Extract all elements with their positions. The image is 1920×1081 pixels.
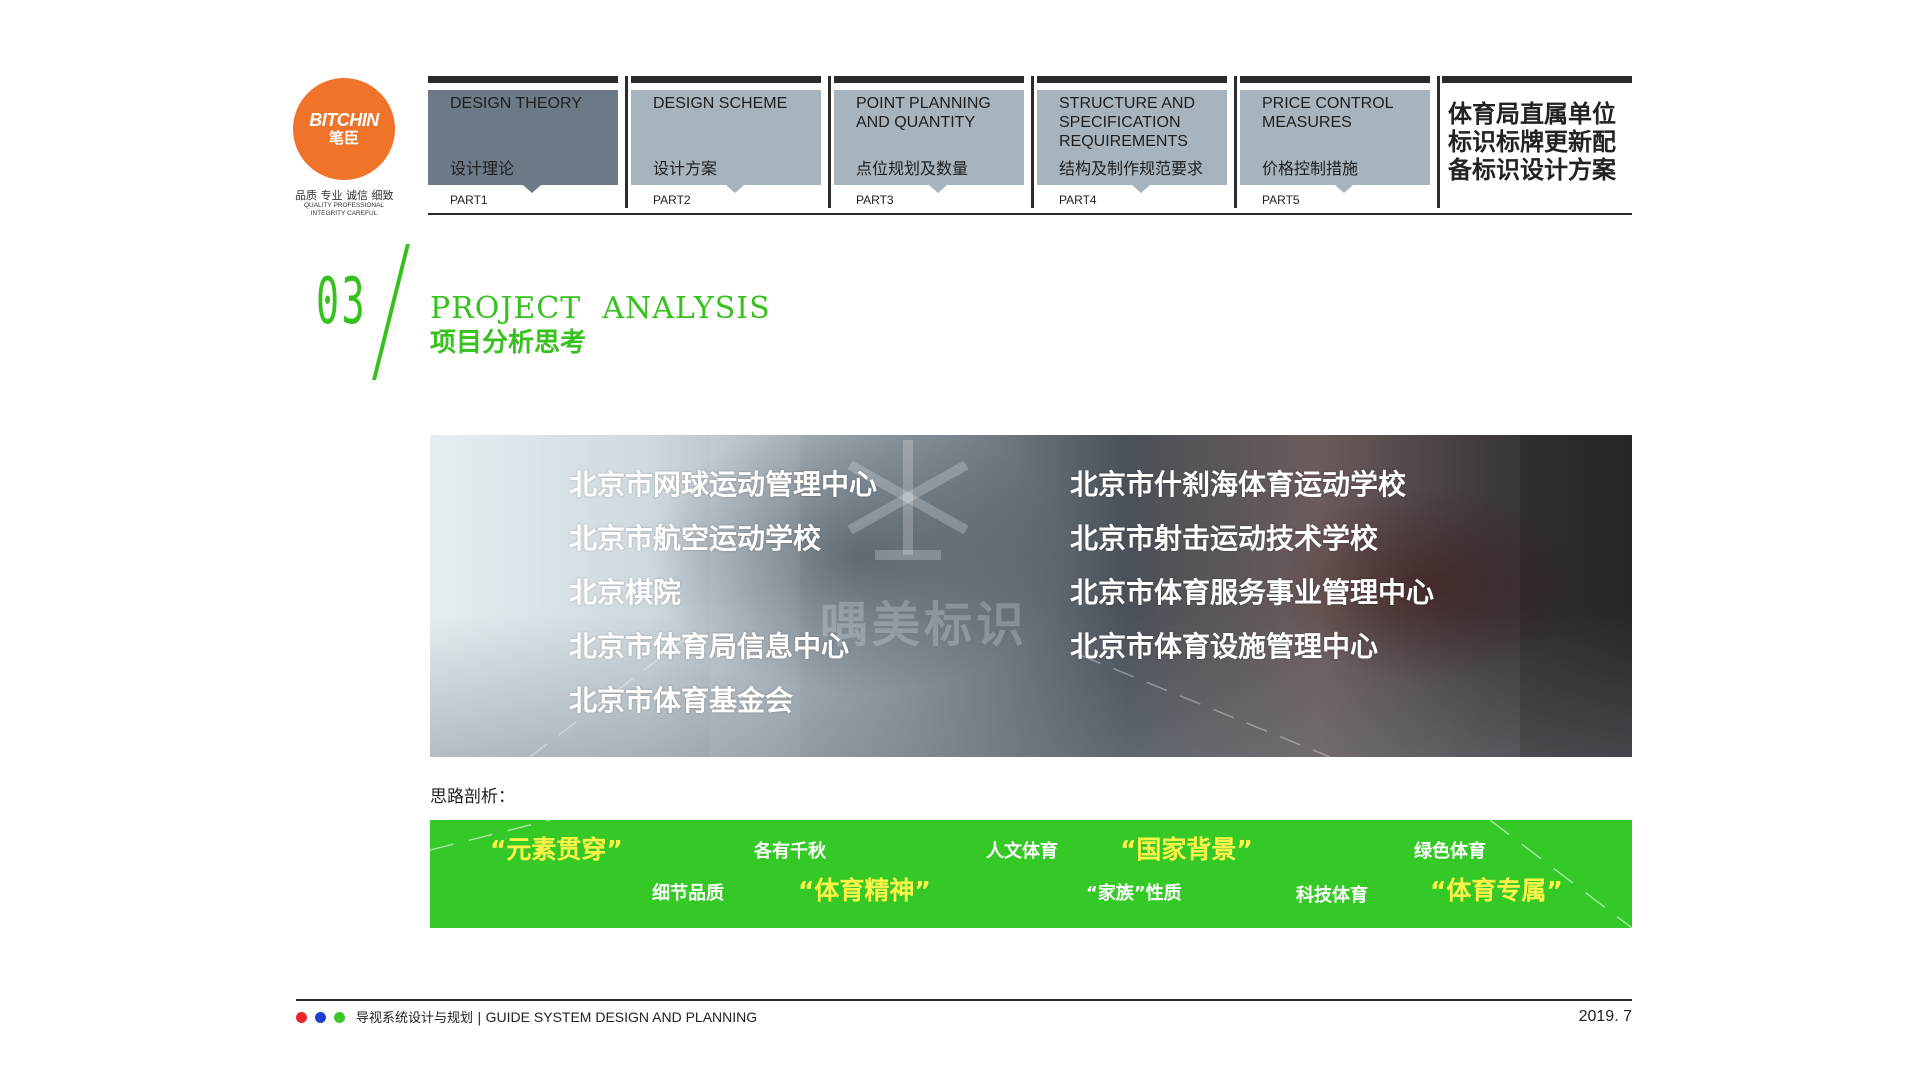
nav-item-part: PART5 bbox=[1262, 193, 1300, 207]
org-item: 北京市体育设施管理中心 bbox=[1070, 630, 1379, 663]
keyword: 细节品质 bbox=[652, 883, 724, 904]
keyword: 各有千秋 bbox=[754, 841, 826, 862]
keyword: 人文体育 bbox=[986, 841, 1058, 862]
nav-title-bar bbox=[1442, 76, 1632, 83]
nav-item-panel: DESIGN SCHEME 设计方案 bbox=[631, 90, 821, 193]
org-item: 北京棋院 bbox=[569, 576, 682, 609]
nav-item-point-planning[interactable]: POINT PLANNING AND QUANTITY 点位规划及数量 PART… bbox=[834, 76, 1024, 208]
org-item: 北京市体育基金会 bbox=[569, 684, 794, 717]
keyword: 绿色体育 bbox=[1414, 841, 1486, 862]
org-item: 北京市射击运动技术学校 bbox=[1070, 522, 1379, 555]
nav-item-cn-label: 价格控制措施 bbox=[1262, 159, 1359, 178]
nav-item-panel: DESIGN THEORY 设计理论 bbox=[428, 90, 618, 193]
nav-item-bar bbox=[834, 76, 1024, 83]
nav-item-price-control[interactable]: PRICE CONTROL MEASURES 价格控制措施 PART5 bbox=[1240, 76, 1430, 208]
section-title-en: PROJECT ANALYSIS bbox=[430, 291, 771, 326]
logo-slogan-cn: 品质 专业 诚信 细致 bbox=[295, 189, 394, 202]
org-item: 北京市航空运动学校 bbox=[569, 522, 822, 555]
nav-divider bbox=[625, 76, 628, 208]
nav-item-cn-label: 设计方案 bbox=[653, 159, 718, 178]
nav-item-part: PART2 bbox=[653, 193, 691, 207]
keyword: “国家背景” bbox=[1120, 835, 1253, 864]
keyword: “体育专属” bbox=[1430, 876, 1563, 905]
nav-item-en-label: DESIGN THEORY bbox=[450, 95, 582, 112]
nav-item-bar bbox=[428, 76, 618, 83]
footer-caption-en: GUIDE SYSTEM DESIGN AND PLANNING bbox=[485, 1009, 758, 1025]
nav-item-design-theory[interactable]: DESIGN THEORY 设计理论 PART1 bbox=[428, 76, 618, 208]
nav-item-design-scheme[interactable]: DESIGN SCHEME 设计方案 PART2 bbox=[631, 76, 821, 208]
document-title: 体育局直属单位标识标牌更新配备标识设计方案 bbox=[1448, 100, 1616, 184]
keyword: 科技体育 bbox=[1296, 885, 1368, 906]
org-item: 北京市什刹海体育运动学校 bbox=[1070, 468, 1407, 501]
top-navigation: DESIGN THEORY 设计理论 PART1 DESIGN SCHEME 设… bbox=[428, 76, 1632, 216]
keyword-band: “元素贯穿” 各有千秋 人文体育 “国家背景” 绿色体育 细节品质 “体育精神”… bbox=[430, 820, 1632, 928]
banner-watermark: 喁美标识 bbox=[820, 597, 1029, 653]
photo-banner: 喁美标识 北京市网球运动管理中心 北京市航空运动学校 北京棋院 北京市体育局信息… bbox=[430, 435, 1632, 757]
nav-item-cn-label: 点位规划及数量 bbox=[856, 159, 969, 178]
red-dot-icon bbox=[296, 1012, 307, 1023]
nav-item-en-label: STRUCTURE AND SPECIFICATION REQUIREMENTS bbox=[1059, 95, 1196, 150]
nav-item-en-label: PRICE CONTROL MEASURES bbox=[1262, 95, 1393, 131]
nav-item-panel: POINT PLANNING AND QUANTITY 点位规划及数量 bbox=[834, 90, 1024, 193]
footer-caption-cn: 导视系统设计与规划 bbox=[356, 1011, 474, 1026]
nav-item-cn-label: 设计理论 bbox=[450, 159, 515, 178]
nav-item-bar bbox=[1037, 76, 1227, 83]
footer-caption-separator: | bbox=[473, 1011, 486, 1026]
section-number: 03 bbox=[316, 265, 368, 339]
nav-item-en-label: POINT PLANNING AND QUANTITY bbox=[856, 95, 991, 131]
nav-item-part: PART1 bbox=[450, 193, 488, 207]
logo-brand-cn: 笔臣 bbox=[328, 129, 359, 147]
org-item: 北京市体育局信息中心 bbox=[569, 630, 850, 663]
org-item: 北京市体育服务事业管理中心 bbox=[1070, 576, 1435, 609]
nav-item-panel: PRICE CONTROL MEASURES 价格控制措施 bbox=[1240, 90, 1430, 193]
footer-date: 2019. 7 bbox=[1578, 1008, 1632, 1025]
nav-item-part: PART4 bbox=[1059, 193, 1097, 207]
nav-divider bbox=[1437, 76, 1440, 208]
nav-item-cn-label: 结构及制作规范要求 bbox=[1059, 159, 1204, 178]
nav-item-panel: STRUCTURE AND SPECIFICATION REQUIREMENTS… bbox=[1037, 90, 1227, 193]
section-slash-decoration bbox=[372, 244, 410, 380]
nav-item-en-label: DESIGN SCHEME bbox=[653, 95, 788, 112]
keyword: “体育精神” bbox=[798, 876, 931, 905]
footer-caption: 导视系统设计与规划 | GUIDE SYSTEM DESIGN AND PLAN… bbox=[356, 1008, 757, 1028]
nav-bottom-rule bbox=[428, 213, 1632, 215]
logo-slogan-en: QUALITY PROFESSIONAL INTEGRITY CAREFUL bbox=[303, 202, 385, 217]
nav-divider bbox=[1031, 76, 1034, 208]
nav-item-structure[interactable]: STRUCTURE AND SPECIFICATION REQUIREMENTS… bbox=[1037, 76, 1227, 208]
blue-dot-icon bbox=[315, 1012, 326, 1023]
keyword: “元素贯穿” bbox=[490, 835, 623, 864]
green-dot-icon bbox=[334, 1012, 345, 1023]
company-logo: BITCHIN 笔臣 bbox=[293, 78, 395, 180]
org-item: 北京市网球运动管理中心 bbox=[569, 468, 878, 501]
logo-brand-en: BITCHIN bbox=[309, 110, 379, 130]
nav-divider bbox=[1234, 76, 1237, 208]
nav-item-bar bbox=[1240, 76, 1430, 83]
footer-rule bbox=[296, 999, 1632, 1001]
analysis-label: 思路剖析： bbox=[430, 787, 515, 807]
nav-item-part: PART3 bbox=[856, 193, 894, 207]
section-title-cn: 项目分析思考 bbox=[430, 328, 587, 358]
nav-divider bbox=[828, 76, 831, 208]
nav-item-bar bbox=[631, 76, 821, 83]
keyword: “家族”性质 bbox=[1086, 883, 1182, 904]
